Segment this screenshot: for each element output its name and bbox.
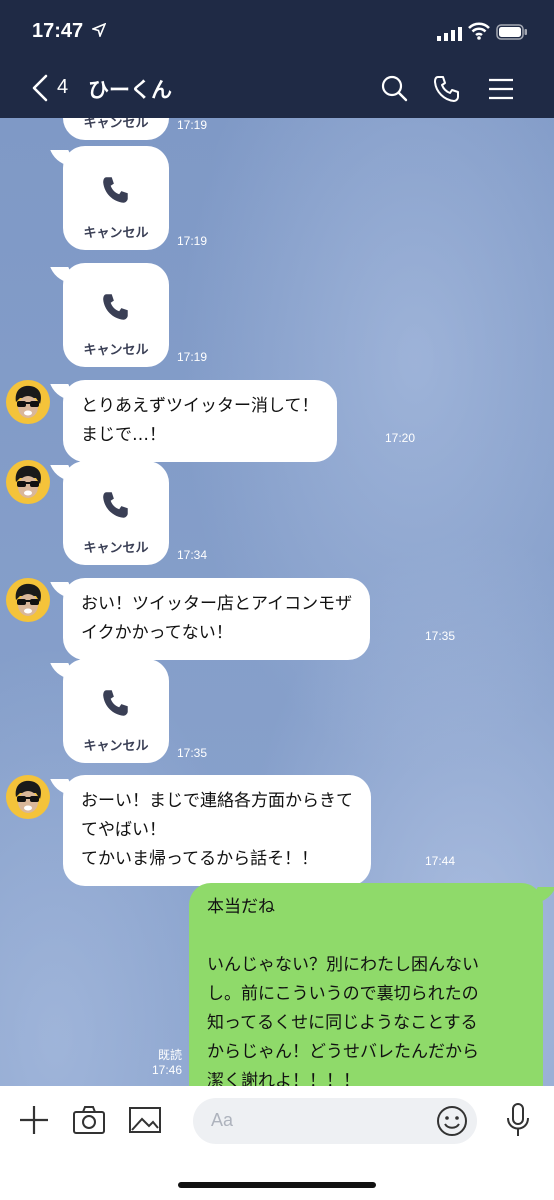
my-message-bubble[interactable]: 本当だね いんじゃない？別にわたし困んない し。前にこういうので裏切られたの 知… — [189, 883, 543, 1086]
message-time: 17:19 — [177, 350, 208, 364]
message-time: 17:46 — [151, 1063, 182, 1077]
phone-icon — [100, 174, 132, 210]
camera-icon[interactable] — [72, 1104, 106, 1140]
call-bubble[interactable]: キャンセル — [63, 146, 169, 250]
message-bubble[interactable]: おーい！まじで連絡各方面からきて てやばい！ てかいま帰ってるから話そ！！ — [63, 775, 371, 886]
message-time: 17:19 — [177, 118, 208, 132]
message-time: 17:34 — [177, 548, 208, 562]
call-bubble[interactable]: キャンセル — [63, 118, 169, 140]
call-cancel-label: キャンセル — [83, 226, 149, 241]
wifi-icon — [468, 22, 490, 44]
location-arrow-icon — [90, 22, 107, 41]
read-label: 既読 — [157, 1048, 182, 1062]
call-bubble[interactable]: キャンセル — [63, 263, 169, 367]
battery-icon — [496, 24, 528, 44]
avatar[interactable] — [6, 460, 50, 504]
message-input[interactable]: Aa — [193, 1098, 477, 1144]
call-bubble[interactable]: キャンセル — [63, 461, 169, 565]
signal-icon — [437, 26, 463, 45]
avatar[interactable] — [6, 380, 50, 424]
emoji-icon[interactable] — [435, 1104, 469, 1142]
search-icon[interactable] — [380, 74, 408, 108]
phone-icon — [100, 489, 132, 525]
call-cancel-label: キャンセル — [83, 343, 149, 358]
phone-call-icon[interactable] — [433, 74, 461, 108]
call-cancel-label: キャンセル — [83, 118, 149, 131]
message-time: 17:20 — [385, 431, 416, 445]
plus-icon[interactable] — [18, 1104, 50, 1140]
unread-count[interactable]: 4 — [57, 76, 68, 99]
chat-header: 4 ひーくん — [0, 60, 554, 118]
call-cancel-label: キャンセル — [83, 739, 149, 754]
message-time: 17:19 — [177, 234, 208, 248]
message-bubble[interactable]: とりあえずツイッター消して！ まじで…！ — [63, 380, 337, 462]
phone-icon — [100, 687, 132, 723]
back-chevron-icon[interactable] — [30, 73, 50, 107]
message-time: 17:35 — [425, 629, 456, 643]
home-indicator[interactable] — [178, 1182, 376, 1188]
call-cancel-label: キャンセル — [83, 541, 149, 556]
microphone-icon[interactable] — [504, 1102, 532, 1142]
status-time: 17:47 — [32, 20, 84, 42]
call-bubble[interactable]: キャンセル — [63, 659, 169, 763]
chat-title: ひーくん — [88, 78, 172, 102]
message-time: 17:44 — [425, 854, 456, 868]
message-placeholder: Aa — [211, 1110, 234, 1130]
menu-icon[interactable] — [488, 74, 514, 108]
avatar[interactable] — [6, 775, 50, 819]
message-time: 17:35 — [177, 746, 208, 760]
image-icon[interactable] — [128, 1104, 162, 1140]
chat-area[interactable]: キャンセル 17:19 キャンセル 17:19 キャンセル 17:19 とりあえ… — [0, 118, 554, 1086]
phone-icon — [100, 291, 132, 327]
message-bubble[interactable]: おい！ツイッター店とアイコンモザ イクかかってない！ — [63, 578, 371, 660]
read-receipt: 既読 17:46 — [144, 1048, 182, 1078]
status-bar: 17:47 — [0, 0, 554, 60]
avatar[interactable] — [6, 578, 50, 622]
